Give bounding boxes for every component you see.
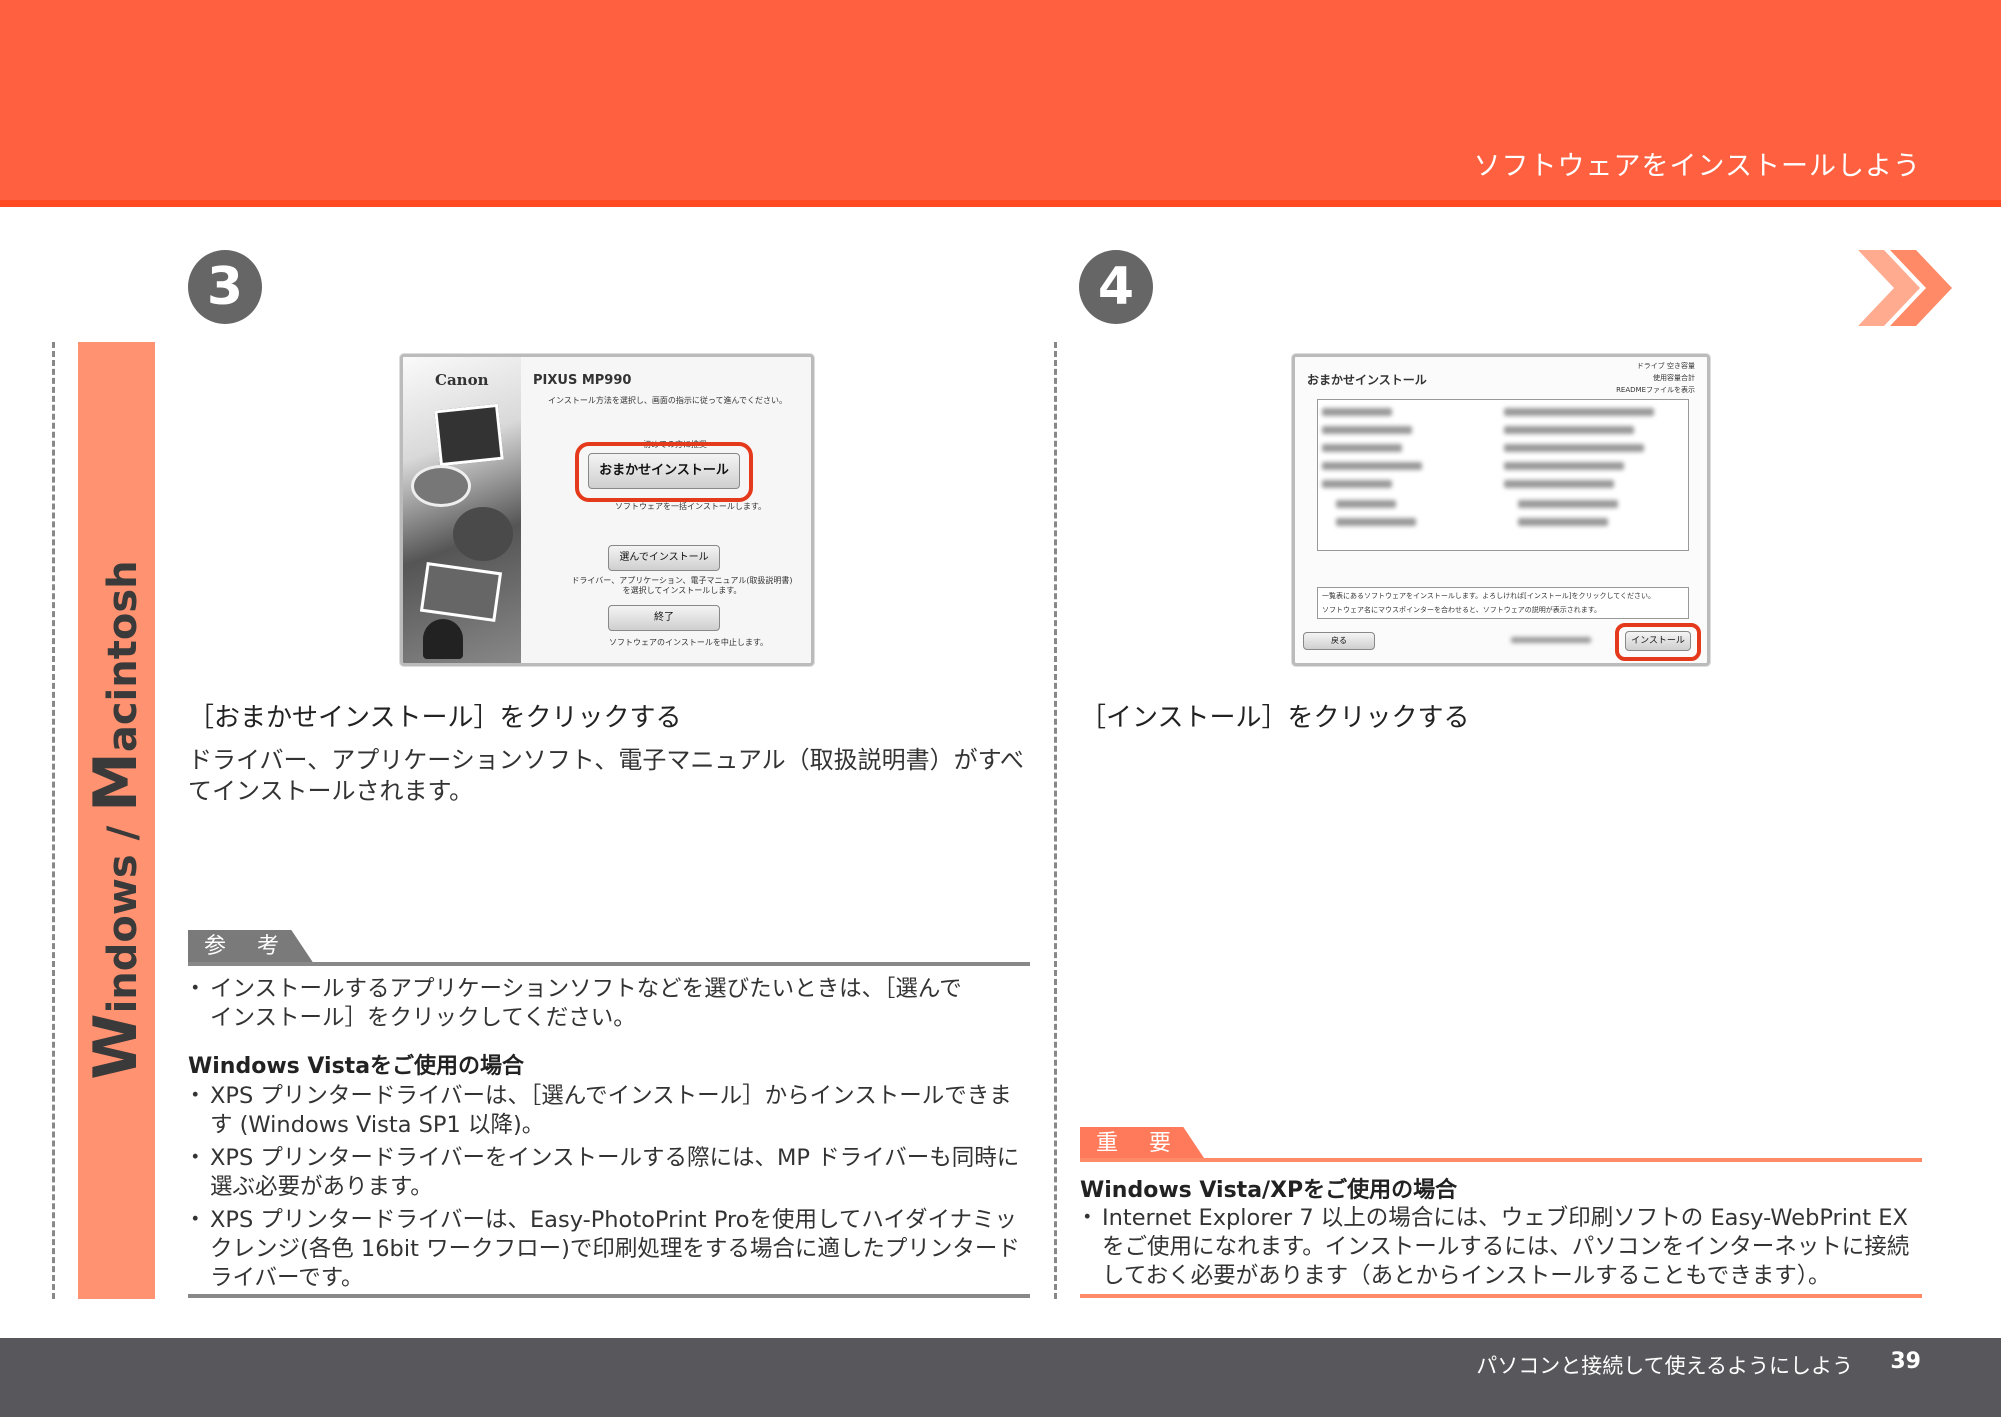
product-name: PIXUS MP990 <box>533 373 632 388</box>
vista-bullet-2: XPS プリンタードライバーをインストールする際には、MP ドライバーも同時に選… <box>184 1144 1030 1202</box>
note-rule-top <box>188 962 1030 966</box>
step-number-3: 3 <box>188 250 262 324</box>
page-number: 39 <box>1890 1349 1921 1374</box>
message-box: 一覧表にあるソフトウェアをインストールします。よろしければ[インストール]をクリ… <box>1317 587 1689 619</box>
back-button[interactable]: 戻る <box>1303 632 1375 650</box>
software-list[interactable] <box>1317 399 1689 551</box>
screenshot-title: おまかせインストール <box>1307 373 1427 387</box>
step3-heading: ［おまかせインストール］をクリックする <box>188 703 682 733</box>
highlight-ring <box>1615 623 1701 661</box>
note-label: 参 考 <box>188 930 314 964</box>
vista-heading: Windows Vistaをご使用の場合 <box>188 1054 525 1079</box>
note-bullet: インストールするアプリケーションソフトなどを選びたいときは、［選んでインストール… <box>184 975 968 1033</box>
step3-body: ドライバー、アプリケーションソフト、電子マニュアル（取扱説明書）がすべてインスト… <box>188 746 1024 805</box>
important-label: 重 要 <box>1080 1127 1206 1161</box>
important-rule-bottom <box>1080 1294 1922 1298</box>
install-list-screenshot: おまかせインストール ドライブ 空き容量 使用容量合計 READMEファイルを表… <box>1292 354 1710 666</box>
vista-bullet-1: XPS プリンタードライバーは、［選んでインストール］からインストールできます … <box>184 1082 1030 1140</box>
os-side-label: Windows / Macintosh <box>81 560 151 1080</box>
important-rule-top <box>1080 1158 1922 1162</box>
left-dashed-border <box>52 342 55 1299</box>
section-title: ソフトウェアをインストールしよう <box>1473 151 1921 182</box>
vista-list: XPS プリンタードライバーは、［選んでインストール］からインストールできます … <box>184 1082 1030 1297</box>
note-rule-bottom <box>188 1294 1030 1298</box>
important-list: Internet Explorer 7 以上の場合には、ウェブ印刷ソフトの Ea… <box>1076 1204 1922 1295</box>
canon-logo: Canon <box>435 371 489 389</box>
important-bullet: Internet Explorer 7 以上の場合には、ウェブ印刷ソフトの Ea… <box>1076 1204 1922 1291</box>
step-number-4: 4 <box>1079 250 1153 324</box>
custom-install-button[interactable]: 選んでインストール <box>608 545 720 571</box>
exit-button[interactable]: 終了 <box>608 605 720 631</box>
easy-install-screenshot: Canon PIXUS MP990 インストール方法を選択し、画面の指示に従って… <box>400 354 814 666</box>
step4-heading: ［インストール］をクリックする <box>1080 703 1470 733</box>
photo-collage <box>403 357 521 663</box>
next-page-arrow-icon <box>1858 250 1952 326</box>
header-divider <box>0 200 2001 207</box>
note-list: インストールするアプリケーションソフトなどを選びたいときは、［選んでインストール… <box>184 975 968 1037</box>
column-divider <box>1054 342 1057 1299</box>
highlight-ring <box>575 442 753 502</box>
vista-bullet-3: XPS プリンタードライバーは、Easy-PhotoPrint Proを使用して… <box>184 1206 1030 1293</box>
important-heading: Windows Vista/XPをご使用の場合 <box>1080 1178 1458 1203</box>
footer-chapter-title: パソコンと接続して使えるようにしよう <box>1476 1354 1853 1378</box>
